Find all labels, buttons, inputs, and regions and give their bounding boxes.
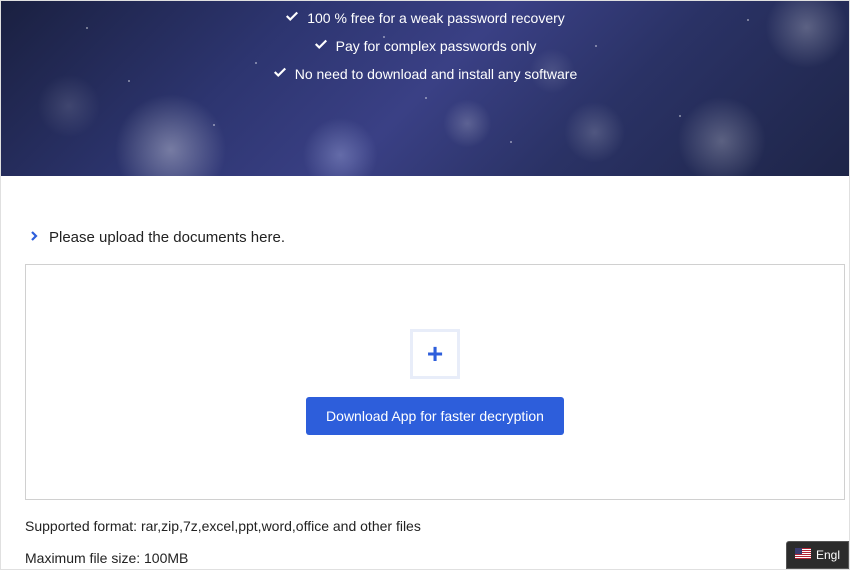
upload-header: Please upload the documents here.: [25, 228, 825, 246]
feature-item: 100 % free for a weak password recovery: [285, 9, 565, 26]
language-label: Engl: [816, 548, 840, 562]
upload-title: Please upload the documents here.: [49, 229, 285, 246]
max-filesize-text: Maximum file size: 100MB: [25, 550, 825, 566]
language-selector[interactable]: Engl: [786, 541, 849, 569]
feature-item: No need to download and install any soft…: [273, 65, 578, 82]
feature-item: Pay for complex passwords only: [314, 37, 537, 54]
hero-banner: 100 % free for a weak password recovery …: [1, 1, 849, 176]
feature-text: 100 % free for a weak password recovery: [307, 10, 565, 26]
check-icon: [285, 9, 299, 26]
add-file-button[interactable]: +: [410, 329, 460, 379]
download-app-button[interactable]: Download App for faster decryption: [306, 397, 564, 435]
flag-us-icon: [795, 548, 811, 562]
main-content: Please upload the documents here. + Down…: [1, 228, 849, 566]
feature-text: Pay for complex passwords only: [336, 38, 537, 54]
feature-list: 100 % free for a weak password recovery …: [1, 1, 849, 82]
upload-dropzone[interactable]: + Download App for faster decryption: [25, 264, 845, 500]
feature-text: No need to download and install any soft…: [295, 66, 578, 82]
supported-format-text: Supported format: rar,zip,7z,excel,ppt,w…: [25, 518, 825, 534]
plus-icon: +: [427, 340, 443, 368]
check-icon: [314, 37, 328, 54]
chevron-right-icon: [25, 228, 39, 246]
check-icon: [273, 65, 287, 82]
